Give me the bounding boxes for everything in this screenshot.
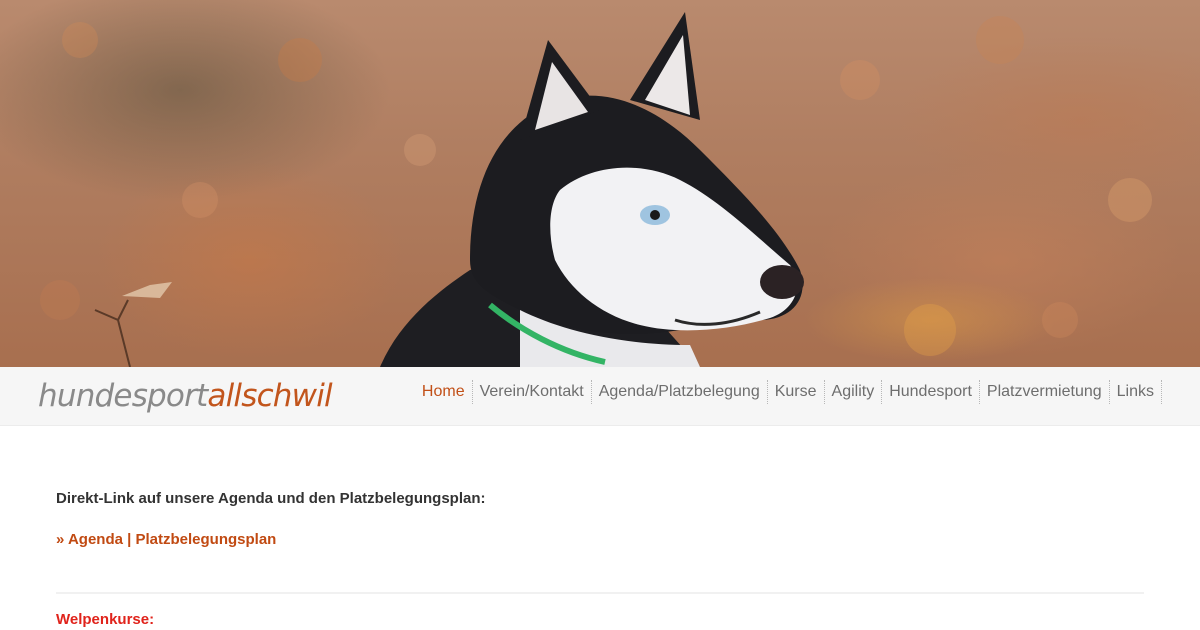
menu-divider xyxy=(1161,380,1162,404)
menu-item-home[interactable]: Home xyxy=(415,380,472,404)
main-content: Direkt-Link auf unsere Agenda und den Pl… xyxy=(56,490,1144,628)
hero-image xyxy=(0,0,1200,367)
menu-item-links[interactable]: Links xyxy=(1108,380,1161,404)
menu-item-verein-kontakt[interactable]: Verein/Kontakt xyxy=(471,380,591,404)
husky-illustration xyxy=(40,12,1152,367)
divider xyxy=(56,592,1144,594)
logo-text-part2: allschwil xyxy=(207,378,332,414)
menu-item-hundesport[interactable]: Hundesport xyxy=(881,380,979,404)
intro-text: Direkt-Link auf unsere Agenda und den Pl… xyxy=(56,490,486,507)
agenda-link[interactable]: » Agenda | Platzbelegungsplan xyxy=(56,531,276,548)
section-title-welpenkurse: Welpenkurse: xyxy=(56,611,155,628)
menu-item-agenda-platzbelegung[interactable]: Agenda/Platzbelegung xyxy=(590,380,767,404)
main-menu: Home Verein/Kontakt Agenda/Platzbelegung… xyxy=(415,380,1162,404)
header-bar: hundesportallschwil Home Verein/Kontakt … xyxy=(0,367,1200,426)
logo-text-part1: hundesport xyxy=(38,378,208,414)
menu-item-platzvermietung[interactable]: Platzvermietung xyxy=(978,380,1109,404)
menu-item-kurse[interactable]: Kurse xyxy=(766,380,824,404)
site-logo[interactable]: hundesportallschwil xyxy=(38,377,333,415)
menu-item-agility[interactable]: Agility xyxy=(823,380,882,404)
